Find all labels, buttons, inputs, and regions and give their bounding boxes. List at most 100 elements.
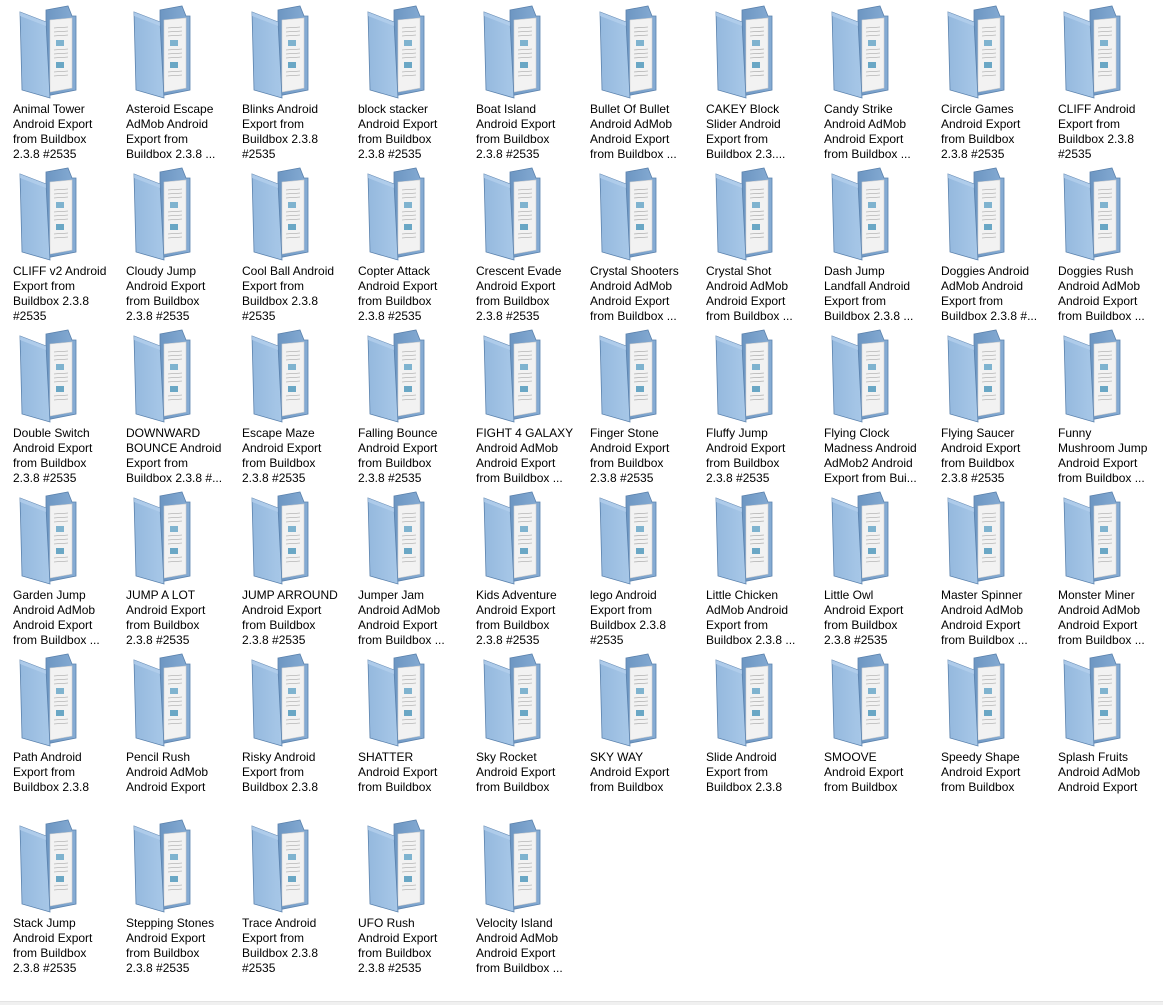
folder-icon xyxy=(712,490,784,586)
folder-icon xyxy=(596,490,668,586)
folder-icon xyxy=(248,328,320,424)
folder-icon xyxy=(364,4,436,100)
folder-icon xyxy=(944,652,1016,748)
folder-label: SHATTER Android Export from Buildbox xyxy=(358,750,438,794)
folder-icon xyxy=(828,652,900,748)
folder-label: Candy Strike Android AdMob Android Expor… xyxy=(824,102,911,161)
folder-icon xyxy=(248,818,320,914)
folder-icon xyxy=(364,166,436,262)
folder-icon xyxy=(596,4,668,100)
folder-icon xyxy=(130,166,202,262)
folder-label: Boat Island Android Export from Buildbox… xyxy=(476,102,556,161)
folder-icon xyxy=(130,818,202,914)
folder-label: Finger Stone Android Export from Buildbo… xyxy=(590,426,670,485)
folder-icon xyxy=(364,490,436,586)
folder-label: Little Owl Android Export from Buildbox … xyxy=(824,588,904,647)
folder-icon xyxy=(364,652,436,748)
folder-label: Blinks Android Export from Buildbox 2.3.… xyxy=(242,102,319,161)
folder-icon xyxy=(596,166,668,262)
folder-icon xyxy=(248,166,320,262)
folder-icon xyxy=(712,4,784,100)
folder-icon xyxy=(248,490,320,586)
folder-label: Crystal Shooters Android AdMob Android E… xyxy=(590,264,679,323)
folder-label: DOWNWARD BOUNCE Android Export from Buil… xyxy=(126,426,223,485)
folder-icon xyxy=(1060,490,1132,586)
folder-icon xyxy=(1060,652,1132,748)
folder-label: Risky Android Export from Buildbox 2.3.8 xyxy=(242,750,319,794)
folder-label: Crystal Shot Android AdMob Android Expor… xyxy=(706,264,793,323)
folder-label: Master Spinner Android AdMob Android Exp… xyxy=(941,588,1028,647)
folder-icon xyxy=(16,166,88,262)
folder-label: Stack Jump Android Export from Buildbox … xyxy=(13,916,93,975)
folder-label: Cloudy Jump Android Export from Buildbox… xyxy=(126,264,206,323)
folder-label: Stepping Stones Android Export from Buil… xyxy=(126,916,215,975)
folder-label: Dash Jump Landfall Android Export from B… xyxy=(824,264,914,323)
folder-label: Sky Rocket Android Export from Buildbox xyxy=(476,750,556,794)
folder-icon xyxy=(480,652,552,748)
folder-icon xyxy=(944,328,1016,424)
folder-icon xyxy=(480,818,552,914)
folder-label: Garden Jump Android AdMob Android Export… xyxy=(13,588,100,647)
folder-label: JUMP A LOT Android Export from Buildbox … xyxy=(126,588,206,647)
folder-icon xyxy=(712,652,784,748)
folder-icon xyxy=(364,328,436,424)
folder-icon xyxy=(16,818,88,914)
folder-label: Kids Adventure Android Export from Build… xyxy=(476,588,557,647)
folder-label: CLIFF Android Export from Buildbox 2.3.8… xyxy=(1058,102,1136,161)
folder-label: lego Android Export from Buildbox 2.3.8 … xyxy=(590,588,667,647)
folder-label: Crescent Evade Android Export from Build… xyxy=(476,264,562,323)
folder-label: Escape Maze Android Export from Buildbox… xyxy=(242,426,322,485)
folder-label: Velocity Island Android AdMob Android Ex… xyxy=(476,916,563,975)
folder-label: SKY WAY Android Export from Buildbox xyxy=(590,750,670,794)
folder-icon xyxy=(480,4,552,100)
folder-label: Slide Android Export from Buildbox 2.3.8 xyxy=(706,750,783,794)
folder-icon xyxy=(364,818,436,914)
folder-icon xyxy=(16,328,88,424)
folder-icon xyxy=(828,490,900,586)
folder-icon xyxy=(828,166,900,262)
folder-label: Copter Attack Android Export from Buildb… xyxy=(358,264,438,323)
folder-label: JUMP ARROUND Android Export from Buildbo… xyxy=(242,588,338,647)
folder-label: Animal Tower Android Export from Buildbo… xyxy=(13,102,93,161)
folder-label: Cool Ball Android Export from Buildbox 2… xyxy=(242,264,335,323)
folder-icon xyxy=(480,328,552,424)
folder-label: CLIFF v2 Android Export from Buildbox 2.… xyxy=(13,264,107,323)
folder-icon xyxy=(712,328,784,424)
folder-label: Bullet Of Bullet Android AdMob Android E… xyxy=(590,102,677,161)
folder-label: Flying Saucer Android Export from Buildb… xyxy=(941,426,1021,485)
folder-label: CAKEY Block Slider Android Export from B… xyxy=(706,102,786,161)
folder-icon xyxy=(596,328,668,424)
folder-label: block stacker Android Export from Buildb… xyxy=(358,102,438,161)
folder-label: UFO Rush Android Export from Buildbox 2.… xyxy=(358,916,438,975)
folder-label: Fluffy Jump Android Export from Buildbox… xyxy=(706,426,786,485)
folder-label: Jumper Jam Android AdMob Android Export … xyxy=(358,588,445,647)
folder-icon xyxy=(480,490,552,586)
folder-icon xyxy=(1060,4,1132,100)
folder-icon xyxy=(16,4,88,100)
folder-label: Pencil Rush Android AdMob Android Export xyxy=(126,750,209,794)
folder-label: FIGHT 4 GALAXY Android AdMob Android Exp… xyxy=(476,426,574,485)
folder-icon xyxy=(944,4,1016,100)
folder-label: Double Switch Android Export from Buildb… xyxy=(13,426,93,485)
folder-icon xyxy=(248,4,320,100)
folder-icon xyxy=(1060,166,1132,262)
explorer-window: { "colors": { "folder_front": "#8fb5dc",… xyxy=(0,0,1163,1005)
folder-icon xyxy=(944,166,1016,262)
folder-icon xyxy=(1060,328,1132,424)
folder-label: Little Chicken AdMob Android Export from… xyxy=(706,588,796,647)
folder-icon xyxy=(596,652,668,748)
folder-icon xyxy=(16,490,88,586)
folder-label: Doggies Android AdMob Android Export fro… xyxy=(941,264,1038,323)
folder-label: Monster Miner Android AdMob Android Expo… xyxy=(1058,588,1145,647)
folder-label: Doggies Rush Android AdMob Android Expor… xyxy=(1058,264,1145,323)
folder-label: Circle Games Android Export from Buildbo… xyxy=(941,102,1021,161)
folder-label: Flying Clock Madness Android AdMob2 Andr… xyxy=(824,426,917,485)
folder-icon xyxy=(944,490,1016,586)
folder-icon xyxy=(16,652,88,748)
folder-label: Speedy Shape Android Export from Buildbo… xyxy=(941,750,1021,794)
folder-label: Splash Fruits Android AdMob Android Expo… xyxy=(1058,750,1141,794)
folder-icon xyxy=(130,652,202,748)
folder-label: Trace Android Export from Buildbox 2.3.8… xyxy=(242,916,319,975)
folder-icon xyxy=(130,4,202,100)
folder-icon xyxy=(828,328,900,424)
